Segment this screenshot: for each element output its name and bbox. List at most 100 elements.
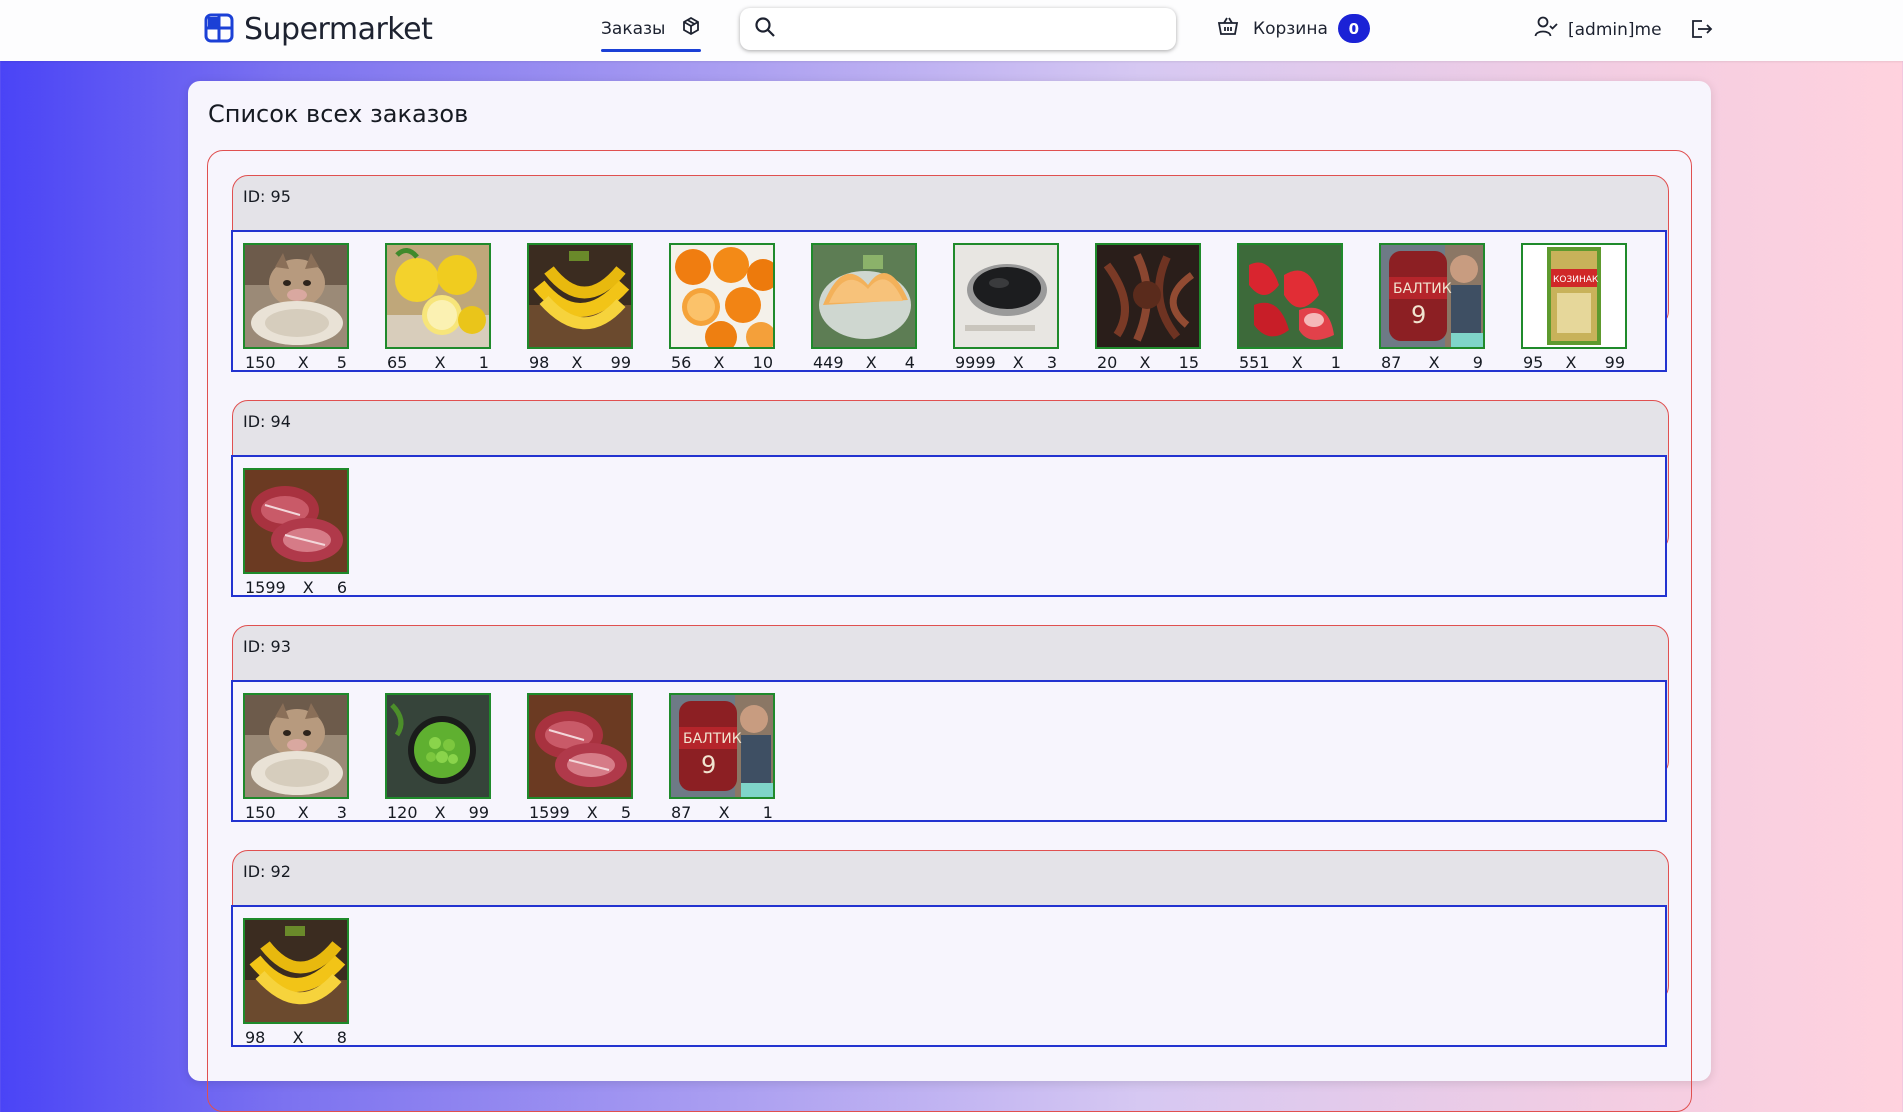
product-image[interactable] xyxy=(243,243,349,349)
item-quantity: 99 xyxy=(468,803,489,822)
item-price: 95 xyxy=(1523,353,1544,372)
item-price: 551 xyxy=(1239,353,1270,372)
product-image[interactable] xyxy=(243,918,349,1024)
item-quantity: 1 xyxy=(1330,353,1341,372)
order-items-box: 150 X 5 65 X 1 98 X 99 56 X 10 449 X 4 9999 X 3 20 X 15 551 X 1… xyxy=(231,230,1667,372)
item-quantity: 8 xyxy=(336,1028,347,1047)
item-price-qty: 120 X 99 xyxy=(385,803,491,822)
box-icon xyxy=(681,16,701,41)
order-item[interactable]: 56 X 10 xyxy=(669,243,775,372)
times-sign: X xyxy=(718,803,730,822)
product-image[interactable] xyxy=(527,693,633,799)
order-item[interactable]: 65 X 1 xyxy=(385,243,491,372)
order-block: ID: 95 150 X 5 65 X 1 98 X 99 56 X 10 449 X 4 9999 X 3 20 X 1… xyxy=(231,175,1669,372)
order-items-box: 98 X 8 xyxy=(231,905,1667,1047)
item-price: 56 xyxy=(671,353,692,372)
times-sign: X xyxy=(1565,353,1577,372)
item-quantity: 9 xyxy=(1472,353,1483,372)
item-price-qty: 56 X 10 xyxy=(669,353,775,372)
order-item[interactable]: 1599 X 5 xyxy=(527,693,633,822)
product-image[interactable] xyxy=(385,243,491,349)
item-quantity: 1 xyxy=(478,353,489,372)
order-items-box: 150 X 3 120 X 99 1599 X 5 87 X 1 xyxy=(231,680,1667,822)
order-item[interactable]: 98 X 8 xyxy=(243,918,349,1047)
nav-orders-link[interactable]: Заказы xyxy=(601,16,702,52)
order-item[interactable]: 87 X 1 xyxy=(669,693,775,822)
times-sign: X xyxy=(1428,353,1440,372)
product-image[interactable] xyxy=(243,693,349,799)
times-sign: X xyxy=(1139,353,1151,372)
item-price: 87 xyxy=(671,803,692,822)
product-image[interactable] xyxy=(1095,243,1201,349)
order-item[interactable]: 150 X 3 xyxy=(243,693,349,822)
product-image[interactable] xyxy=(1379,243,1485,349)
order-item[interactable]: 551 X 1 xyxy=(1237,243,1343,372)
product-image[interactable] xyxy=(669,243,775,349)
item-quantity: 6 xyxy=(336,578,347,597)
item-quantity: 5 xyxy=(336,353,347,372)
page-title: Список всех заказов xyxy=(208,100,469,128)
item-price-qty: 87 X 1 xyxy=(669,803,775,822)
item-price: 150 xyxy=(245,353,276,372)
user-profile-link[interactable]: [admin]me xyxy=(1534,16,1662,43)
times-sign: X xyxy=(434,353,446,372)
search-input[interactable] xyxy=(786,18,1160,40)
order-block: ID: 93 150 X 3 120 X 99 1599 X 5 87 X 1 xyxy=(231,625,1669,822)
order-item[interactable]: 95 X 99 xyxy=(1521,243,1627,372)
cart-link[interactable]: Корзина 0 xyxy=(1217,14,1370,43)
brand-name: Supermarket xyxy=(244,12,433,47)
active-tab-underline xyxy=(601,49,702,52)
times-sign: X xyxy=(1291,353,1303,372)
item-price: 1599 xyxy=(529,803,570,822)
item-price-qty: 551 X 1 xyxy=(1237,353,1343,372)
product-image[interactable] xyxy=(527,243,633,349)
times-sign: X xyxy=(865,353,877,372)
times-sign: X xyxy=(571,353,583,372)
order-item[interactable]: 9999 X 3 xyxy=(953,243,1059,372)
item-price: 87 xyxy=(1381,353,1402,372)
item-price-qty: 98 X 8 xyxy=(243,1028,349,1047)
product-image[interactable] xyxy=(669,693,775,799)
product-image[interactable] xyxy=(243,468,349,574)
order-block: ID: 94 1599 X 6 xyxy=(231,400,1669,597)
order-item[interactable]: 1599 X 6 xyxy=(243,468,349,597)
product-image[interactable] xyxy=(811,243,917,349)
item-price-qty: 1599 X 5 xyxy=(527,803,633,822)
order-id-label: ID: 93 xyxy=(243,637,291,656)
order-item[interactable]: 98 X 99 xyxy=(527,243,633,372)
basket-icon xyxy=(1217,16,1239,41)
item-price-qty: 95 X 99 xyxy=(1521,353,1627,372)
order-item[interactable]: 20 X 15 xyxy=(1095,243,1201,372)
item-quantity: 3 xyxy=(1046,353,1057,372)
times-sign: X xyxy=(713,353,725,372)
product-image[interactable] xyxy=(385,693,491,799)
times-sign: X xyxy=(302,578,314,597)
product-image[interactable] xyxy=(1521,243,1627,349)
top-navbar: Supermarket Заказы Корзина 0 [admin]me xyxy=(0,0,1903,61)
order-items-box: 1599 X 6 xyxy=(231,455,1667,597)
order-item[interactable]: 449 X 4 xyxy=(811,243,917,372)
search-bar[interactable] xyxy=(740,8,1176,50)
item-price: 9999 xyxy=(955,353,996,372)
item-price: 120 xyxy=(387,803,418,822)
logout-button[interactable] xyxy=(1689,18,1713,44)
order-item[interactable]: 87 X 9 xyxy=(1379,243,1485,372)
item-price-qty: 98 X 99 xyxy=(527,353,633,372)
order-id-label: ID: 92 xyxy=(243,862,291,881)
username: [admin]me xyxy=(1568,19,1662,40)
brand-link[interactable]: Supermarket xyxy=(204,12,433,48)
order-item[interactable]: 120 X 99 xyxy=(385,693,491,822)
product-image[interactable] xyxy=(953,243,1059,349)
item-quantity: 3 xyxy=(336,803,347,822)
logout-icon xyxy=(1689,20,1713,44)
order-item[interactable]: 150 X 5 xyxy=(243,243,349,372)
search-icon xyxy=(754,16,776,42)
item-price: 98 xyxy=(245,1028,266,1047)
item-quantity: 99 xyxy=(610,353,631,372)
nav-orders-label: Заказы xyxy=(601,18,666,39)
product-image[interactable] xyxy=(1237,243,1343,349)
item-price: 98 xyxy=(529,353,550,372)
item-price-qty: 9999 X 3 xyxy=(953,353,1059,372)
grid-logo-icon xyxy=(204,13,234,47)
item-price: 65 xyxy=(387,353,408,372)
